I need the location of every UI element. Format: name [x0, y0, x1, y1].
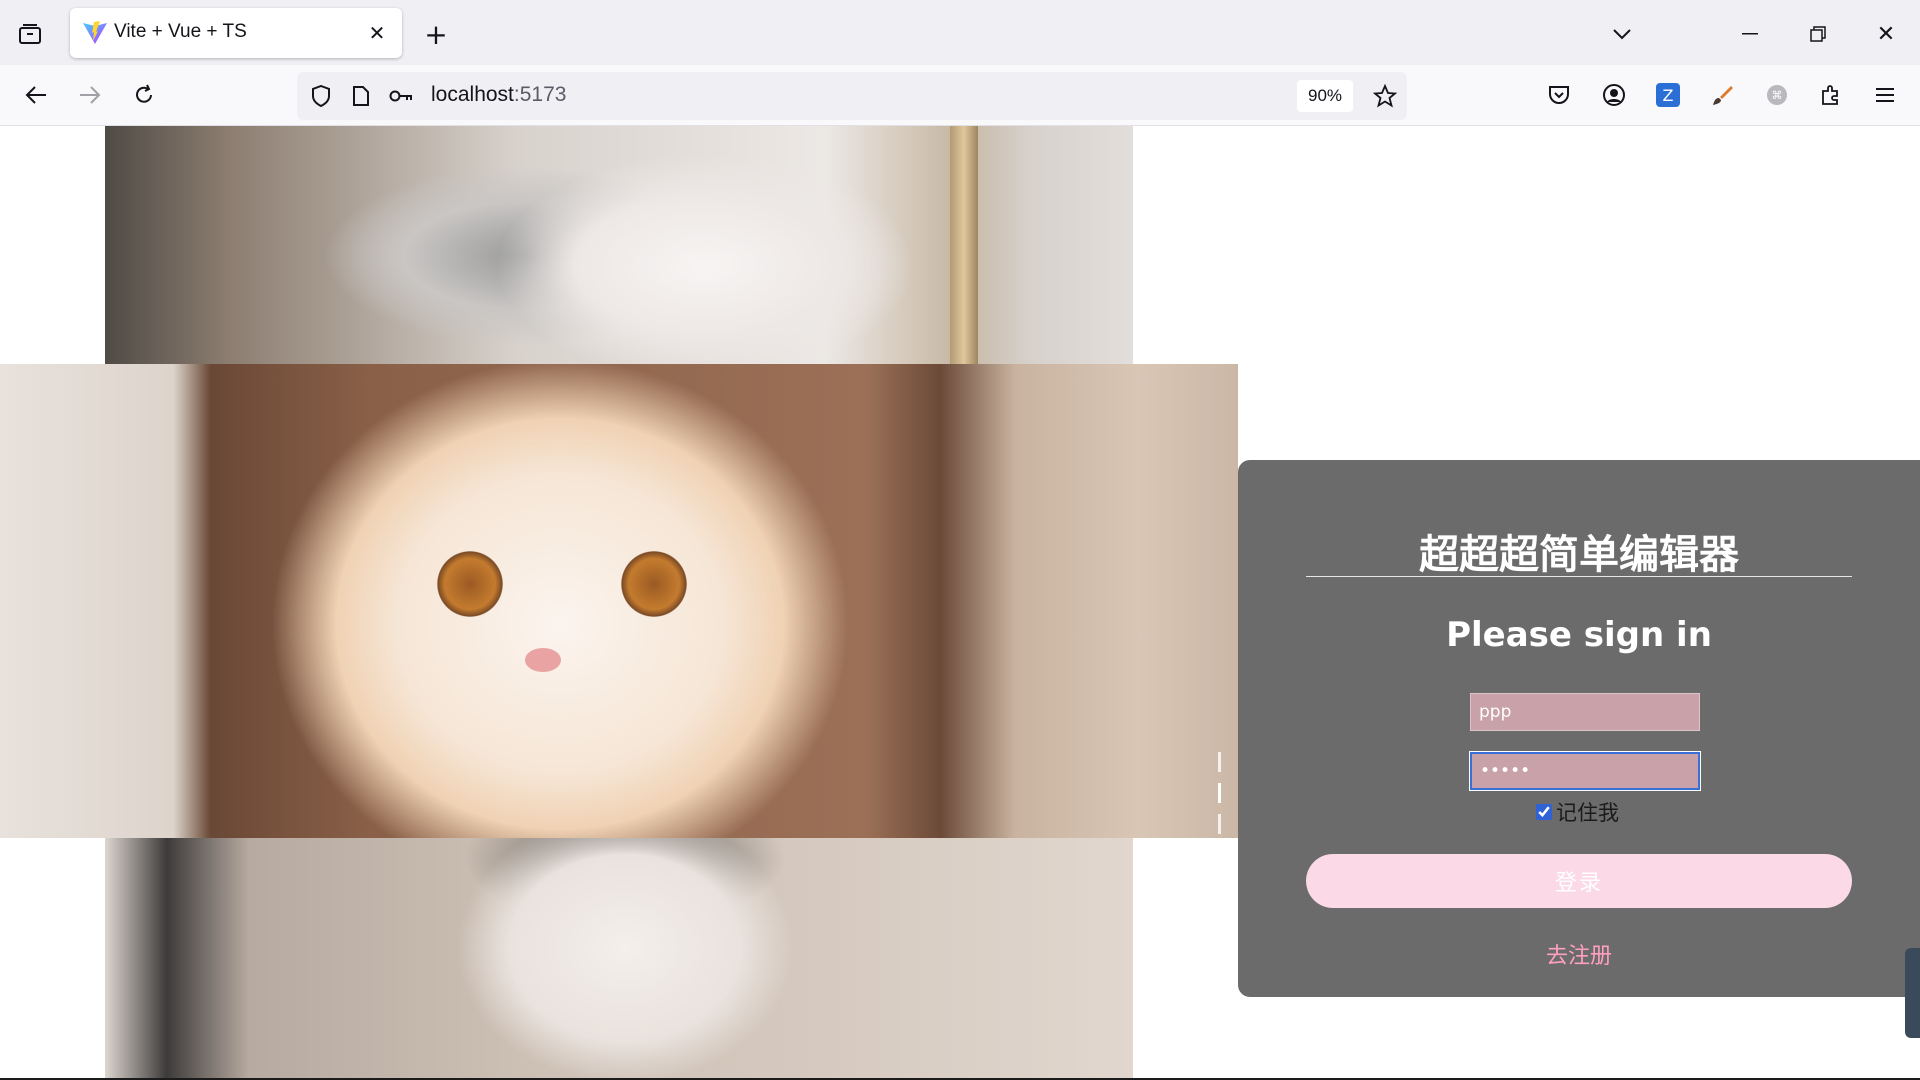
brush-extension-icon[interactable]: [1707, 79, 1739, 111]
remember-me[interactable]: 记住我: [1536, 797, 1619, 827]
star-icon[interactable]: [1369, 80, 1401, 112]
carousel-indicators: [1218, 752, 1222, 838]
url-bar[interactable]: localhost:5173 90%: [297, 72, 1407, 120]
key-icon[interactable]: [385, 80, 417, 112]
zoom-level-badge[interactable]: 90%: [1297, 80, 1353, 112]
extensions-puzzle-icon[interactable]: [1815, 79, 1847, 111]
svg-text:Z: Z: [1663, 86, 1674, 105]
remember-me-label: 记住我: [1556, 801, 1619, 825]
chevron-down-icon[interactable]: [1606, 18, 1638, 50]
url-host: localhost: [431, 83, 514, 106]
cat-nose: [525, 648, 561, 672]
register-link[interactable]: 去注册: [1238, 938, 1920, 970]
carousel-slide-cat-persian[interactable]: [0, 364, 1238, 838]
carousel-slide-cat-lying: [105, 838, 1133, 1080]
tab-list-icon[interactable]: [14, 18, 46, 50]
back-arrow-icon[interactable]: [20, 79, 52, 111]
app-title: 超超超简单编辑器: [1306, 535, 1852, 577]
shield-icon[interactable]: [305, 80, 337, 112]
close-window-icon[interactable]: ✕: [1870, 18, 1902, 50]
svg-text:⌘: ⌘: [1772, 89, 1783, 102]
plus-icon[interactable]: +: [420, 18, 452, 51]
tab-title: Vite + Vue + TS: [114, 21, 247, 42]
account-icon[interactable]: [1598, 79, 1630, 111]
page-icon[interactable]: [345, 80, 377, 112]
page-content: 超超超简单编辑器 Please sign in 记住我 登录 去注册: [0, 126, 1920, 1080]
minimize-window-icon[interactable]: [1734, 18, 1766, 50]
signin-heading: Please sign in: [1446, 615, 1712, 655]
password-input[interactable]: [1470, 752, 1700, 790]
vite-logo-icon: [83, 21, 107, 44]
carousel-indicator[interactable]: [1218, 814, 1221, 834]
url-text[interactable]: localhost:5173: [431, 83, 566, 107]
zotero-extension-icon[interactable]: Z: [1652, 79, 1684, 111]
carousel-indicator-active[interactable]: [1218, 783, 1221, 803]
browser-tab-active[interactable]: Vite + Vue + TS ✕: [70, 8, 402, 58]
username-input[interactable]: [1470, 693, 1700, 731]
login-card: 超超超简单编辑器 Please sign in 记住我 登录 去注册: [1238, 460, 1920, 997]
extension-grey-icon[interactable]: ⌘: [1761, 79, 1793, 111]
forward-arrow-icon[interactable]: [74, 79, 106, 111]
browser-tab-bar: Vite + Vue + TS ✕ + ✕: [0, 0, 1920, 65]
reload-icon[interactable]: [128, 79, 160, 111]
carousel-slide-cat-sleeping: [105, 126, 1133, 364]
carousel-indicator[interactable]: [1218, 752, 1221, 772]
close-tab-icon[interactable]: ✕: [362, 18, 392, 48]
side-widget-tab[interactable]: [1905, 948, 1920, 1038]
hamburger-menu-icon[interactable]: [1869, 79, 1901, 111]
pocket-icon[interactable]: [1543, 79, 1575, 111]
remember-me-checkbox[interactable]: [1536, 804, 1552, 820]
restore-window-icon[interactable]: [1802, 18, 1834, 50]
login-button[interactable]: 登录: [1306, 854, 1852, 908]
url-port: :5173: [513, 83, 567, 106]
background-pole: [950, 126, 978, 364]
